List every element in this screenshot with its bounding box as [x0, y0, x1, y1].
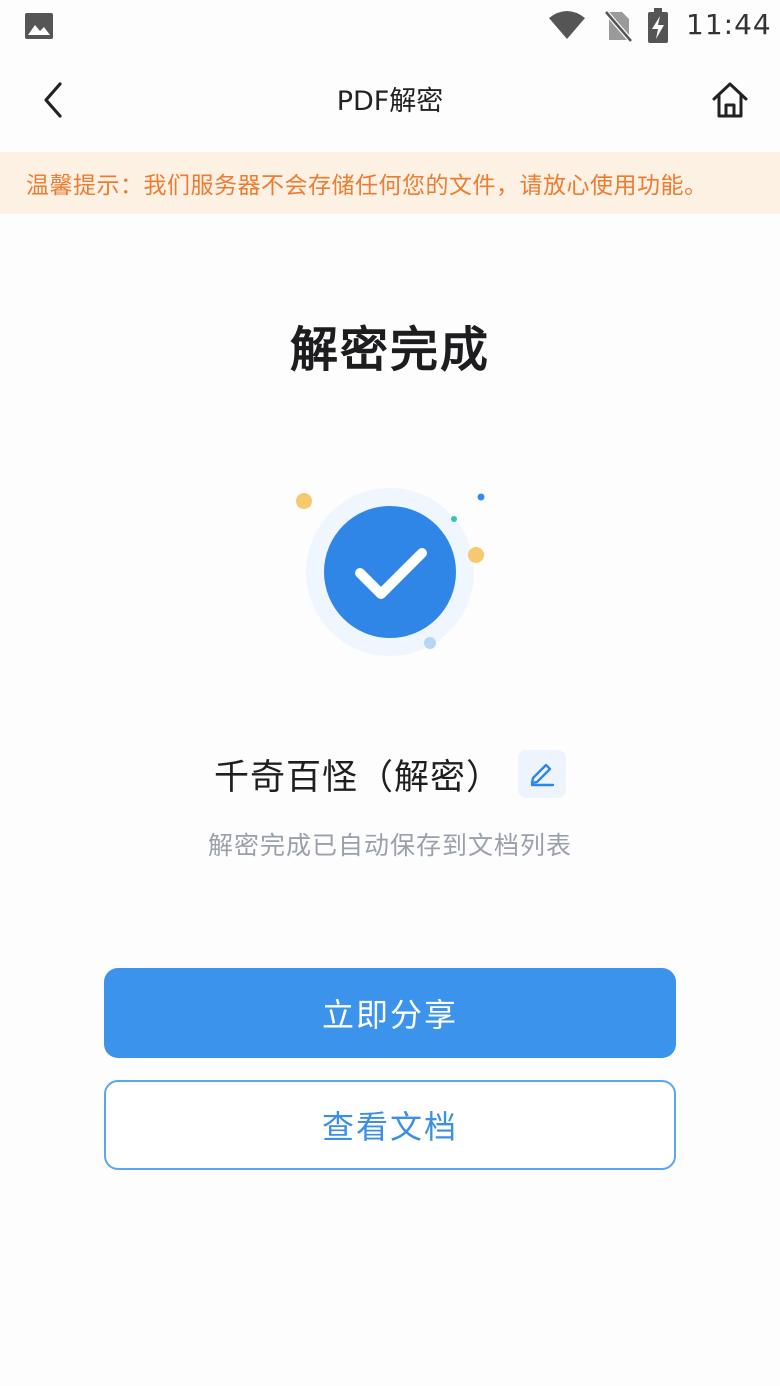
tip-banner: 温馨提示：我们服务器不会存储任何您的文件，请放心使用功能。	[0, 152, 780, 214]
page-title: PDF解密	[336, 86, 444, 117]
home-icon	[710, 80, 750, 124]
saved-hint: 解密完成已自动保存到文档列表	[207, 831, 572, 860]
confetti-dot	[477, 493, 485, 501]
view-document-button[interactable]: 查看文档	[104, 1080, 676, 1170]
status-bar: 11:44	[0, 0, 780, 52]
result-title: 解密完成	[289, 322, 490, 378]
clock-time: 11:44	[686, 8, 772, 41]
file-name: 千奇百怪（解密）	[213, 757, 502, 798]
file-name-row: 千奇百怪（解密）	[0, 746, 780, 802]
gallery-icon	[24, 12, 54, 44]
wifi-icon	[548, 10, 586, 44]
rename-button[interactable]	[518, 750, 566, 798]
confetti-dot	[424, 637, 436, 649]
battery-charging-icon	[646, 8, 670, 48]
chevron-left-icon	[40, 80, 66, 124]
success-illustration	[280, 472, 500, 672]
share-button[interactable]: 立即分享	[104, 968, 676, 1058]
confetti-dot	[296, 493, 312, 509]
tip-text: 温馨提示：我们服务器不会存储任何您的文件，请放心使用功能。	[26, 173, 708, 199]
home-button[interactable]	[704, 76, 756, 128]
no-sim-icon	[604, 10, 633, 46]
pencil-icon	[527, 757, 557, 791]
nav-bar: PDF解密	[0, 52, 780, 152]
check-circle-icon	[324, 506, 456, 638]
confetti-dot	[468, 547, 484, 563]
confetti-dot	[451, 516, 457, 522]
back-button[interactable]	[28, 74, 78, 130]
